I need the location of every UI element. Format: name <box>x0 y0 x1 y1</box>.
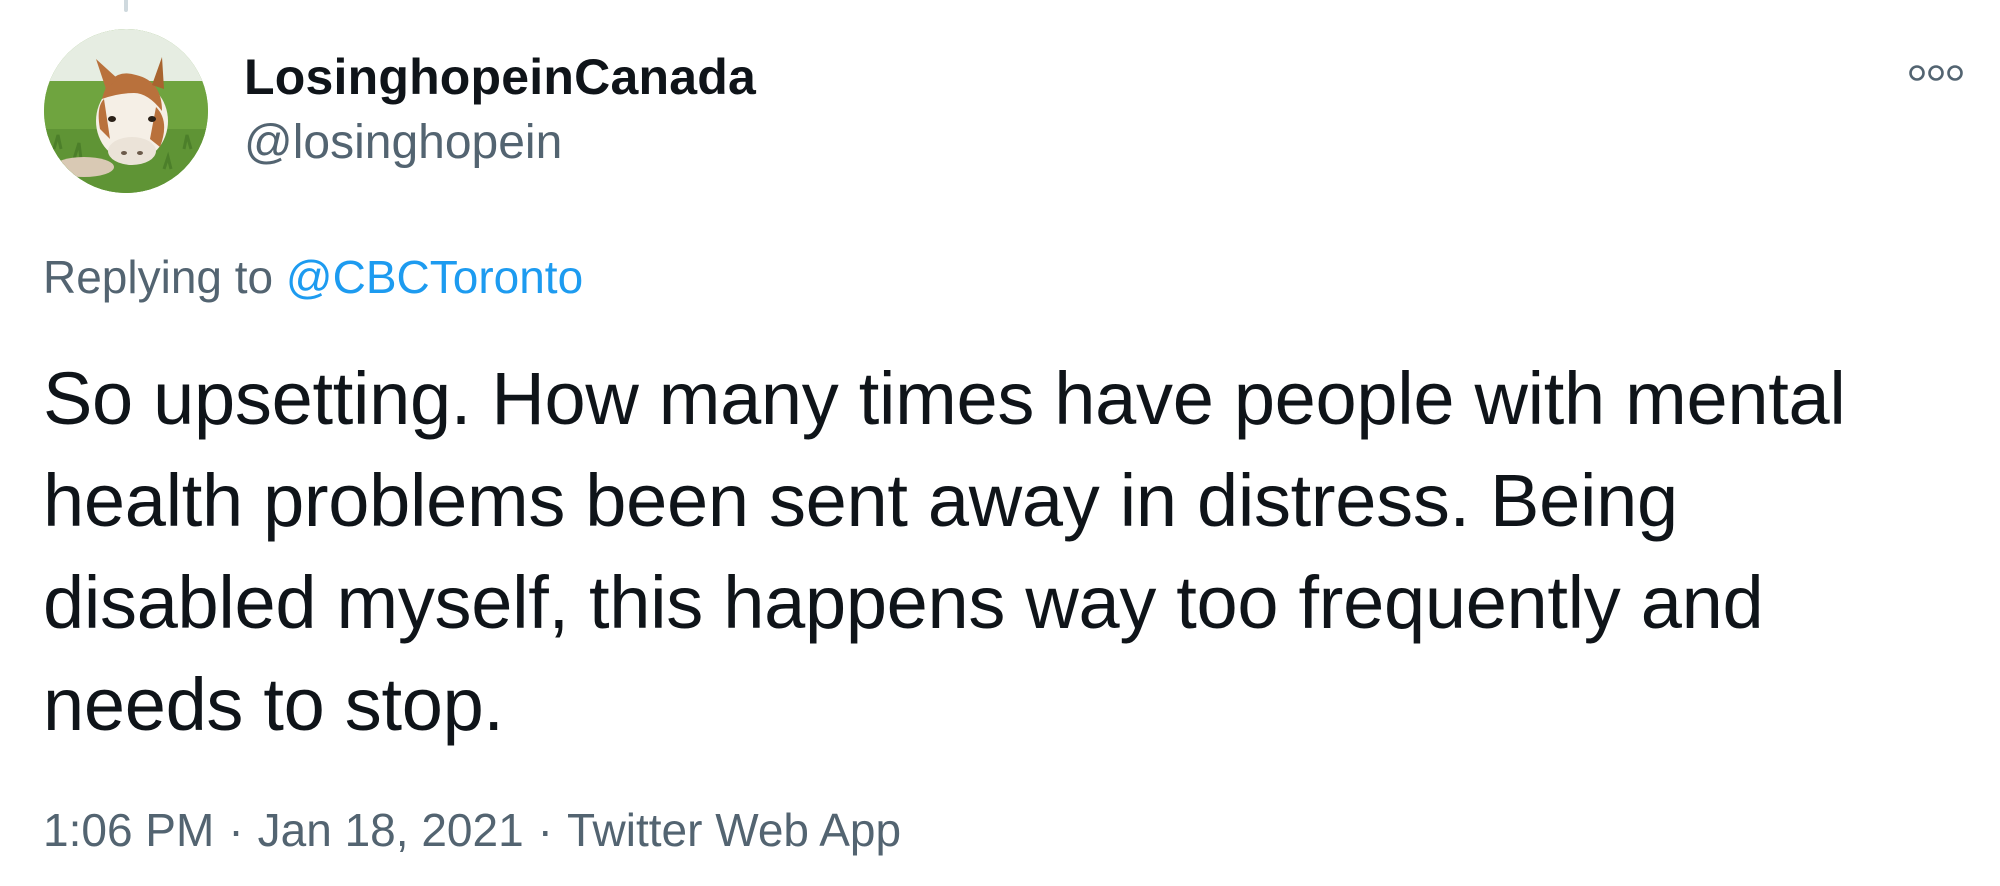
tweet-metadata: 1:06 PM · Jan 18, 2021 · Twitter Web App <box>43 800 901 860</box>
more-options-icon <box>1909 65 1963 81</box>
author-handle[interactable]: @losinghopein <box>244 113 756 173</box>
tweet-time[interactable]: 1:06 PM <box>43 804 214 856</box>
more-options-button[interactable] <box>1908 58 1964 88</box>
reply-mention-link[interactable]: @CBCToronto <box>286 251 583 303</box>
tweet-source[interactable]: Twitter Web App <box>567 804 901 856</box>
pony-avatar-icon <box>44 29 208 193</box>
metadata-separator: · <box>537 804 553 856</box>
tweet-date[interactable]: Jan 18, 2021 <box>258 804 524 856</box>
thread-connector-line <box>124 0 128 12</box>
metadata-separator: · <box>228 804 244 856</box>
reply-context: Replying to @CBCToronto <box>43 248 583 306</box>
avatar[interactable] <box>44 29 208 193</box>
reply-context-prefix: Replying to <box>43 251 274 303</box>
author-display-name[interactable]: LosinghopeinCanada <box>244 47 756 107</box>
tweet-text: So upsetting. How many times have people… <box>43 357 1846 746</box>
tweet-author[interactable]: LosinghopeinCanada @losinghopein <box>244 47 756 173</box>
